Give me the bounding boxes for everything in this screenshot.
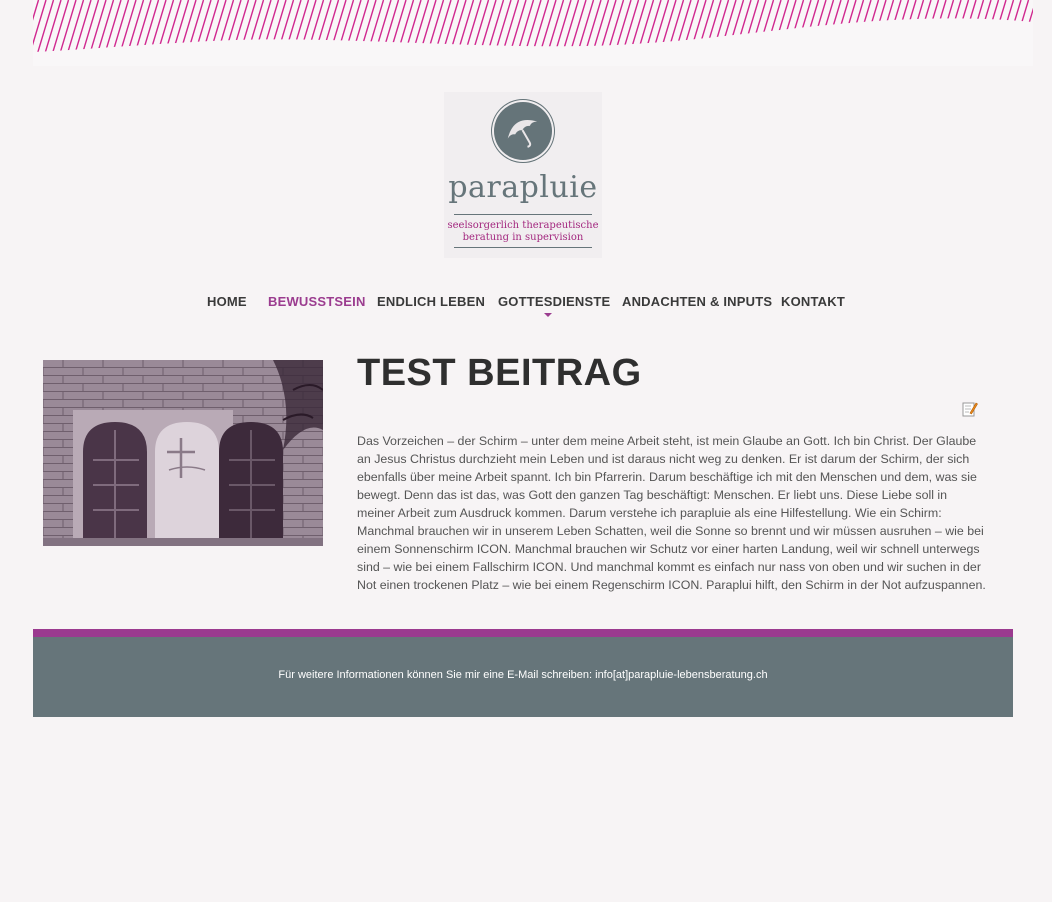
- main-navigation: HOME BEWUSSTSEIN ENDLICH LEBEN GOTTESDIE…: [0, 294, 1052, 320]
- footer-accent-bar: [33, 629, 1013, 637]
- umbrella-icon: [492, 100, 554, 162]
- logo-tagline-1: seelsorgerlich therapeutische: [447, 220, 599, 231]
- submenu-caret-icon[interactable]: [544, 313, 552, 317]
- logo-brand: parapluie: [448, 170, 598, 205]
- logo-divider: [454, 247, 592, 248]
- nav-item-andachten-inputs[interactable]: ANDACHTEN & INPUTS: [622, 294, 772, 309]
- nav-item-kontakt[interactable]: KONTAKT: [781, 294, 845, 309]
- nav-item-endlich-leben[interactable]: ENDLICH LEBEN: [377, 294, 485, 309]
- nav-item-bewusstsein[interactable]: BEWUSSTSEIN: [268, 294, 366, 309]
- site-logo[interactable]: parapluie seelsorgerlich therapeutische …: [444, 92, 602, 258]
- edit-icon[interactable]: [962, 401, 978, 417]
- nav-item-home[interactable]: HOME: [207, 294, 247, 309]
- logo-divider: [454, 214, 592, 215]
- nav-item-gottesdienste[interactable]: GOTTESDIENSTE: [498, 294, 610, 309]
- hatched-pattern: [33, 0, 1033, 52]
- article-image: [43, 360, 323, 546]
- logo-tagline-2: beratung in supervision: [462, 232, 584, 243]
- article-title: TEST BEITRAG: [357, 352, 642, 394]
- site-footer: Für weitere Informationen können Sie mir…: [33, 637, 1013, 717]
- footer-contact-text[interactable]: Für weitere Informationen können Sie mir…: [33, 669, 1013, 681]
- decorative-header-band: [33, 0, 1033, 66]
- article-body: Das Vorzeichen – der Schirm – unter dem …: [357, 434, 986, 592]
